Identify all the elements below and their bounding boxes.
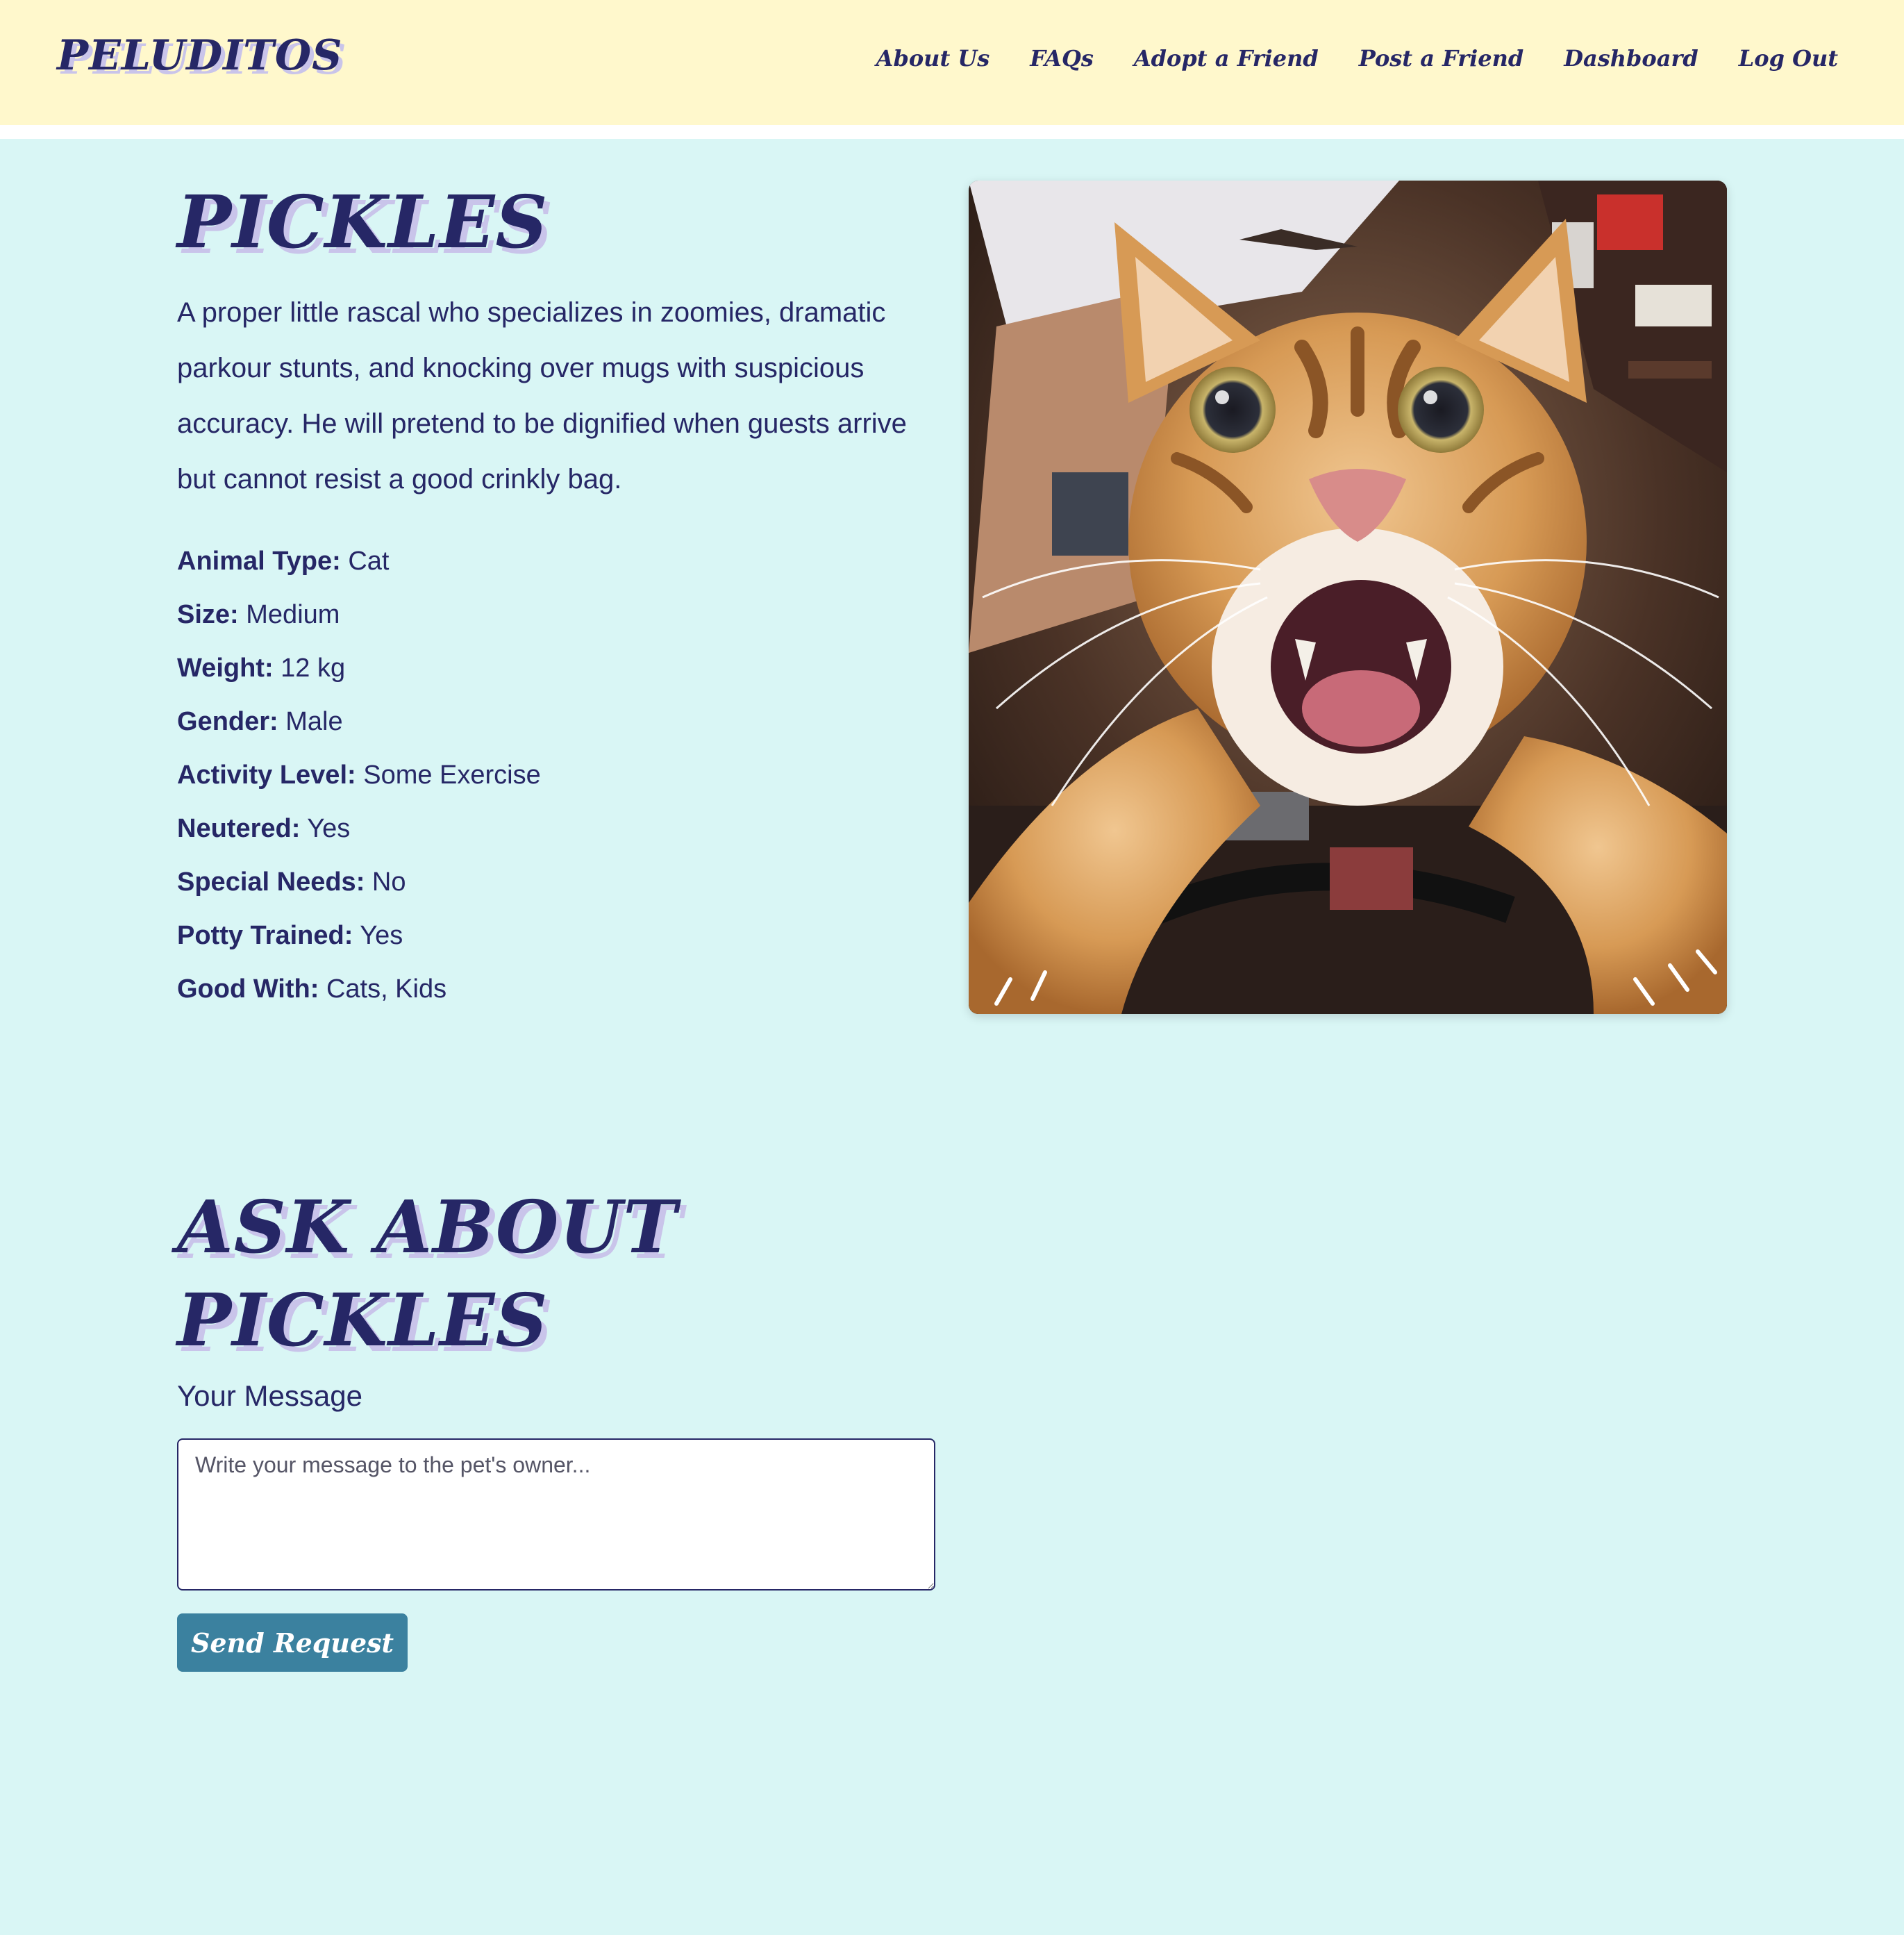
fact-value: Some Exercise	[363, 761, 541, 790]
fact-label: Neutered:	[177, 814, 301, 843]
nav-link-faqs[interactable]: FAQs	[1030, 47, 1094, 69]
fact-neutered: Neutered: Yes	[177, 802, 541, 856]
ask-heading-line-1: ASK ABOUT	[177, 1184, 678, 1270]
fact-label: Gender:	[177, 707, 278, 736]
brand-logo[interactable]: PELUDITOS	[57, 35, 342, 76]
fact-activity-level: Activity Level: Some Exercise	[177, 749, 541, 802]
pet-description: A proper little rascal who specializes i…	[177, 297, 907, 495]
fact-weight: Weight: 12 kg	[177, 642, 541, 695]
fact-value: Yes	[360, 921, 403, 950]
header-divider	[0, 125, 1904, 139]
fact-special-needs: Special Needs: No	[177, 856, 541, 909]
fact-label: Animal Type:	[177, 547, 341, 576]
fact-label: Potty Trained:	[177, 921, 353, 950]
fact-value: Cats, Kids	[326, 974, 447, 1004]
fact-label: Size:	[177, 600, 239, 629]
ask-heading-line-2: PICKLES	[177, 1277, 549, 1363]
pet-facts-list: Animal Type: Cat Size: Medium Weight: 12…	[177, 535, 541, 1016]
nav-link-post[interactable]: Post a Friend	[1359, 47, 1524, 69]
send-request-button[interactable]: Send Request	[177, 1613, 408, 1672]
site-header: PELUDITOS About Us FAQs Adopt a Friend P…	[0, 0, 1904, 125]
fact-size: Size: Medium	[177, 588, 541, 642]
fact-value: Male	[285, 707, 343, 736]
main-nav: About Us FAQs Adopt a Friend Post a Frie…	[876, 47, 1838, 69]
fact-label: Weight:	[177, 654, 274, 683]
fact-good-with: Good With: Cats, Kids	[177, 963, 541, 1016]
message-label: Your Message	[177, 1379, 362, 1412]
nav-link-logout[interactable]: Log Out	[1739, 47, 1838, 69]
fact-value: 12 kg	[281, 654, 346, 683]
fact-value: Yes	[307, 814, 351, 843]
cat-illustration	[969, 181, 1727, 1014]
pet-photo	[969, 181, 1727, 1014]
fact-value: Cat	[348, 547, 390, 576]
fact-gender: Gender: Male	[177, 695, 541, 749]
pet-name-heading: PICKLES	[177, 179, 549, 265]
fact-potty-trained: Potty Trained: Yes	[177, 909, 541, 963]
ask-heading: ASK ABOUT PICKLES	[177, 1181, 678, 1367]
fact-label: Good With:	[177, 974, 319, 1004]
fact-value: No	[371, 867, 406, 897]
fact-label: Activity Level:	[177, 761, 356, 790]
fact-label: Special Needs:	[177, 867, 365, 897]
nav-link-adopt[interactable]: Adopt a Friend	[1134, 47, 1319, 69]
nav-link-about[interactable]: About Us	[876, 47, 990, 69]
fact-animal-type: Animal Type: Cat	[177, 535, 541, 588]
nav-link-dashboard[interactable]: Dashboard	[1564, 47, 1698, 69]
message-textarea[interactable]	[177, 1438, 935, 1591]
fact-value: Medium	[246, 600, 340, 629]
